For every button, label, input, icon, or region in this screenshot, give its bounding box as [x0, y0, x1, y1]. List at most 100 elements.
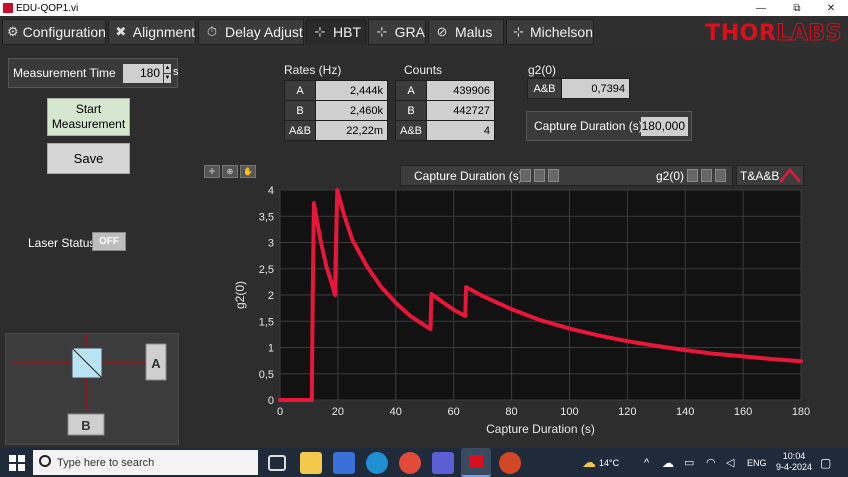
g2-title: g2(0)	[528, 63, 557, 77]
trace-name: T&A&B	[740, 169, 780, 183]
brand-logo-light: LABS	[776, 21, 842, 47]
windows-start-icon[interactable]	[9, 455, 25, 471]
measurement-time-stepper[interactable]: ▲ ▼	[164, 64, 171, 83]
hbt-setup-diagram: A B	[5, 333, 179, 445]
rates-title: Rates (Hz)	[284, 63, 342, 77]
table-row: A&B 4	[394, 120, 495, 141]
weather-temperature: 14°C	[599, 457, 620, 468]
tab-hbt[interactable]: ⊹ HBT	[306, 19, 366, 45]
tray-chevron-icon[interactable]: ^	[644, 448, 649, 477]
tab-delay-adjust[interactable]: ⏱ Delay Adjust	[198, 19, 304, 45]
start-measurement-button[interactable]: Start Measurement	[47, 98, 130, 136]
window-titlebar: EDU-QOP1.vi — ⧉ ✕	[0, 0, 848, 16]
tab-gra[interactable]: ⊹ GRA	[368, 19, 426, 45]
measurement-time-label: Measurement Time	[13, 66, 116, 80]
rates-value: 2,460k	[315, 100, 388, 121]
clock-date: 9-4-2024	[775, 462, 813, 472]
detector-a-label: A	[151, 356, 161, 371]
counts-table: A 439906 B 442727 A&B 4	[394, 80, 495, 141]
rates-key: B	[283, 100, 317, 121]
teams-icon[interactable]	[432, 452, 454, 474]
x-tick-label: 40	[390, 406, 402, 418]
powerpoint-icon[interactable]	[499, 452, 521, 474]
laser-status-toggle[interactable]: OFF	[92, 232, 126, 251]
x-autoscale-icon[interactable]	[534, 169, 545, 182]
gra-setup-icon: ⊹	[376, 24, 388, 39]
y-tick-label: 1,5	[259, 316, 274, 328]
x-tick-label: 0	[277, 406, 283, 418]
chrome-icon[interactable]	[399, 452, 421, 474]
measurement-time-control: Measurement Time 180 ▲ ▼ s	[8, 58, 179, 88]
brand-logo: THORLABS	[705, 21, 842, 47]
beamsplitter-icon: ⊹	[314, 24, 326, 39]
clock-time: 10:04	[782, 451, 806, 461]
x-tick-label: 120	[618, 406, 636, 418]
minimize-button[interactable]: —	[744, 0, 778, 16]
wifi-icon[interactable]: ◠	[706, 448, 716, 477]
tab-label: Malus	[455, 24, 493, 40]
g2-table: A&B 0,7394	[527, 78, 630, 99]
x-tick-label: 160	[734, 406, 752, 418]
notifications-icon[interactable]: ▢	[820, 448, 831, 477]
counts-title: Counts	[404, 63, 443, 77]
file-explorer-icon[interactable]	[300, 452, 322, 474]
store-icon[interactable]	[333, 452, 355, 474]
y-scale-name: g2(0)	[656, 169, 685, 183]
y-lock-icon[interactable]	[687, 169, 698, 182]
x-format-icon[interactable]	[548, 169, 559, 182]
tab-configuration[interactable]: ⚙ Configuration	[2, 19, 106, 45]
x-tick-label: 20	[332, 406, 344, 418]
counts-value: 442727	[426, 100, 495, 121]
graph-palette: ✛ ⊕ ✋	[204, 165, 256, 179]
y-autoscale-icon[interactable]	[701, 169, 712, 182]
y-tick-label: 0	[268, 395, 274, 407]
save-button[interactable]: Save	[47, 143, 130, 174]
g2-key: A&B	[527, 78, 562, 99]
setup-schematic: A B	[14, 334, 167, 436]
scale-legend: Capture Duration (s) g2(0)	[400, 165, 733, 186]
tab-michelson[interactable]: ⊹ Michelson	[506, 19, 594, 45]
tab-alignment[interactable]: ✖ Alignment	[108, 19, 196, 45]
y-format-icon[interactable]	[715, 169, 726, 182]
plot-legend[interactable]: T&A&B	[736, 165, 804, 186]
x-tick-label: 180	[792, 406, 810, 418]
interferometer-icon: ⊹	[513, 24, 524, 39]
edge-icon[interactable]	[366, 452, 388, 474]
zoom-tool-icon[interactable]: ⊕	[222, 165, 238, 178]
x-axis-label: Capture Duration (s)	[486, 422, 595, 436]
tab-malus[interactable]: ⊘ Malus	[428, 19, 504, 45]
increment-arrow-icon[interactable]: ▲	[164, 64, 171, 73]
volume-icon[interactable]: ◁	[726, 448, 734, 477]
close-button[interactable]: ✕	[814, 0, 848, 16]
labview-app-icon[interactable]	[461, 448, 491, 477]
labview-logo	[469, 455, 483, 467]
table-row: A&B 0,7394	[527, 78, 630, 99]
y-tick-label: 3	[268, 238, 274, 250]
x-lock-icon[interactable]	[520, 169, 531, 182]
rates-table: A 2,444k B 2,460k A&B 22,22m	[283, 80, 388, 141]
x-tick-label: 140	[676, 406, 694, 418]
pan-tool-icon[interactable]: ✋	[240, 165, 256, 178]
counts-key: A	[394, 80, 428, 101]
rates-value: 2,444k	[315, 80, 388, 101]
decrement-arrow-icon[interactable]: ▼	[164, 74, 171, 83]
language-indicator[interactable]: ENG	[747, 448, 767, 477]
cursor-tool-icon[interactable]: ✛	[204, 165, 220, 178]
taskbar-search[interactable]: Type here to search	[33, 450, 258, 475]
g2-chart[interactable]: 0 20 40 60 80 100 120 140 160 180 0 0,5 1 1,5 2 2,5 3 3,5…	[230, 186, 810, 444]
onedrive-icon[interactable]: ☁	[662, 448, 674, 477]
counts-value: 4	[426, 120, 495, 141]
battery-icon[interactable]: ▭	[684, 448, 694, 477]
y-tick-label: 0,5	[259, 369, 274, 381]
task-view-icon[interactable]	[268, 455, 286, 471]
weather-widget[interactable]: ☁ 14°C	[582, 448, 619, 477]
taskbar-clock[interactable]: 10:04 9-4-2024	[772, 451, 816, 473]
maximize-button[interactable]: ⧉	[780, 0, 814, 16]
brand-logo-bold: THOR	[705, 21, 777, 46]
rates-key: A	[283, 80, 317, 101]
tab-label: GRA	[394, 24, 425, 40]
measurement-time-input[interactable]: 180	[123, 64, 163, 83]
tab-label: Delay Adjust	[225, 24, 303, 40]
laser-status-label: Laser Status	[28, 236, 96, 250]
tab-label: Michelson	[529, 24, 593, 40]
